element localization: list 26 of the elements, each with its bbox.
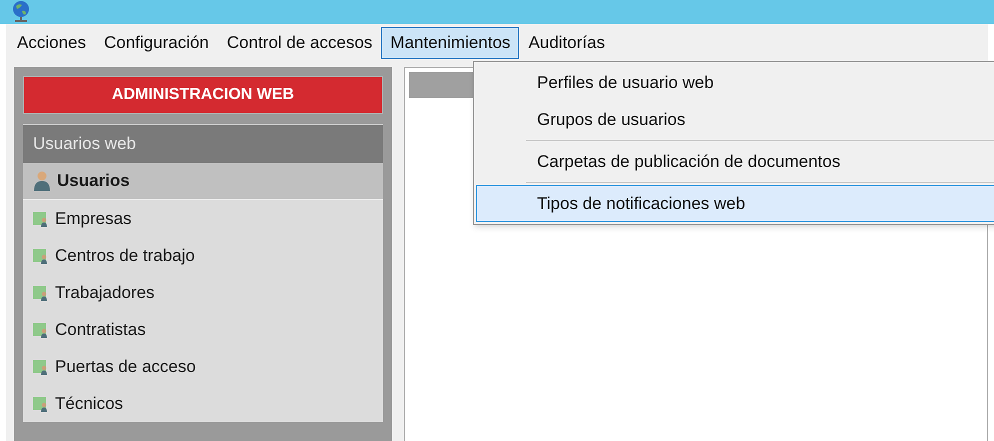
sidebar-item[interactable]: Contratistas — [23, 311, 383, 348]
sidebar-item[interactable]: Trabajadores — [23, 274, 383, 311]
dropdown-item[interactable]: Carpetas de publicación de documentos — [476, 143, 994, 180]
user-list-icon — [33, 396, 49, 412]
user-list-icon — [33, 210, 49, 226]
user-list-icon — [33, 322, 49, 338]
user-list-icon — [33, 358, 49, 374]
menu-item[interactable]: Auditorías — [519, 27, 614, 59]
user-list-icon — [33, 248, 49, 264]
sidebar-title: ADMINISTRACION WEB — [23, 76, 383, 114]
dropdown-item[interactable]: Tipos de notificaciones web — [476, 185, 994, 222]
user-icon — [33, 171, 51, 191]
menu-item[interactable]: Control de accesos — [218, 27, 382, 59]
dropdown-item[interactable]: Grupos de usuarios — [476, 101, 994, 138]
menu-item[interactable]: Configuración — [94, 27, 218, 59]
sidebar-item[interactable]: Técnicos — [23, 385, 383, 422]
dropdown-item[interactable]: Perfiles de usuario web — [476, 64, 994, 101]
menu-item[interactable]: Mantenimientos — [381, 27, 520, 59]
sidebar-item[interactable]: Centros de trabajo — [23, 237, 383, 274]
sidebar-item[interactable]: Puertas de acceso — [23, 348, 383, 385]
globe-icon — [12, 0, 30, 24]
menu-item[interactable]: Acciones — [8, 27, 95, 59]
section-header: Usuarios web — [23, 124, 383, 163]
sidebar-item[interactable]: Empresas — [23, 200, 383, 237]
user-list-icon — [33, 284, 49, 300]
sidebar-item[interactable]: Usuarios — [23, 163, 383, 200]
